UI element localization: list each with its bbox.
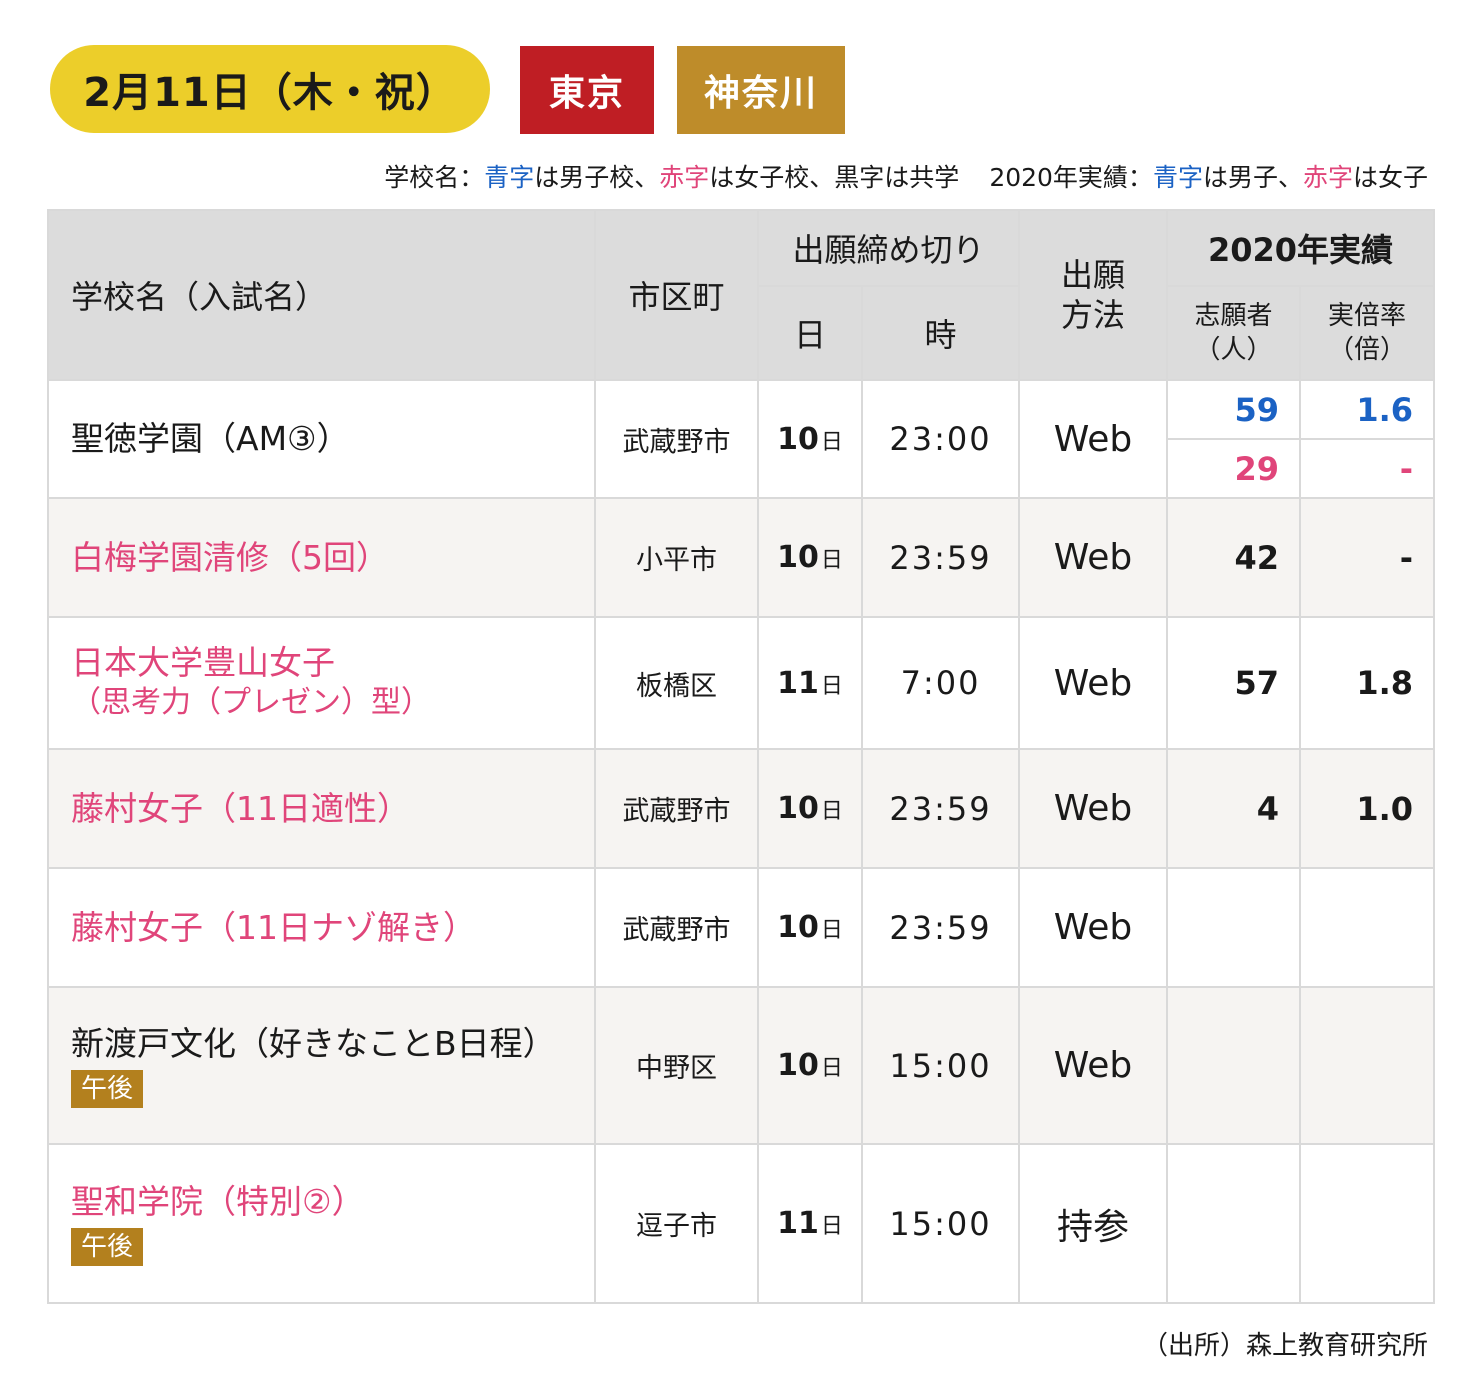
school-name: 聖徳学園（AM③）: [47, 379, 596, 499]
table-row: 藤村女子（11日ナゾ解き） 武蔵野市 10日 23:59 Web: [47, 867, 1436, 988]
header-results: 2020年実績: [1166, 209, 1436, 287]
legend-text: は女子校、黒字は共学: [709, 163, 960, 192]
school-name: 聖和学院（特別②） 午後: [47, 1143, 596, 1304]
applicants: [1166, 986, 1302, 1145]
header-method-line2: 方法: [1061, 296, 1126, 334]
ratio: [1299, 867, 1436, 988]
header-ratio-line2: （倍）: [1328, 335, 1407, 365]
header-ratio-line1: 実倍率: [1328, 301, 1407, 331]
legend-text: 学校名：: [384, 163, 485, 192]
city: 武蔵野市: [594, 379, 759, 499]
deadline-time: 23:59: [860, 867, 1021, 988]
header-city: 市区町: [594, 209, 759, 381]
legend-blue-label: 青字: [1152, 163, 1203, 192]
header-applicants-line2: （人）: [1194, 335, 1273, 365]
application-method: Web: [1018, 379, 1169, 499]
school-name: 藤村女子（11日ナゾ解き）: [47, 867, 596, 988]
ratio-female: -: [1299, 438, 1436, 499]
header-day: 日: [757, 285, 863, 381]
applicants: 42: [1166, 497, 1302, 618]
ratio: [1299, 986, 1436, 1145]
deadline-day: 11日: [757, 1143, 863, 1304]
deadline-day: 10日: [757, 379, 863, 499]
deadline-time: 7:00: [860, 616, 1021, 750]
header-time: 時: [860, 285, 1021, 381]
deadline-day: 10日: [757, 497, 863, 618]
deadline-time: 23:59: [860, 497, 1021, 618]
deadline-day: 10日: [757, 867, 863, 988]
school-name: 藤村女子（11日適性）: [47, 748, 596, 869]
deadline-time: 23:00: [860, 379, 1021, 499]
ratio-male: 1.6: [1299, 379, 1436, 440]
deadline-time: 15:00: [860, 1143, 1021, 1304]
prefecture-tag-tokyo: 東京: [520, 46, 654, 134]
header-deadline: 出願締め切り: [756, 209, 1021, 287]
applicants-male: 59: [1166, 379, 1302, 440]
city: 板橋区: [594, 616, 759, 750]
city: 武蔵野市: [594, 748, 759, 869]
school-name: 新渡戸文化（好きなことB日程） 午後: [47, 986, 596, 1145]
deadline-day: 10日: [757, 748, 863, 869]
deadline-day: 10日: [757, 986, 863, 1145]
exam-schedule-table: 学校名（入試名） 市区町 出願締め切り 出願 方法 2020年実績 日 時 志願者…: [47, 209, 1436, 1304]
legend-text: は男子、: [1202, 163, 1303, 192]
ratio: [1299, 1143, 1436, 1304]
legend-blue-label: 青字: [484, 163, 535, 192]
application-method: 持参: [1018, 1143, 1169, 1304]
application-method: Web: [1018, 616, 1169, 750]
afternoon-badge: 午後: [71, 1069, 144, 1108]
deadline-time: 23:59: [860, 748, 1021, 869]
application-method: Web: [1018, 748, 1169, 869]
date-pill: 2月11日（木・祝）: [50, 45, 490, 133]
table-row: 聖徳学園（AM③） 武蔵野市 10日 23:00 Web 59 1.6: [47, 379, 1436, 499]
source-note: （出所）森上教育研究所: [1141, 1331, 1428, 1361]
header-applicants-line1: 志願者: [1194, 301, 1273, 331]
legend-text: は男子校、: [534, 163, 660, 192]
legend-text: は女子: [1352, 163, 1428, 192]
table-row: 白梅学園清修（5回） 小平市 10日 23:59 Web 42 -: [47, 497, 1436, 618]
ratio: -: [1299, 497, 1436, 618]
legend-text: 2020年実績：: [989, 163, 1153, 192]
exam-name: （思考力（プレゼン）型）: [71, 685, 431, 720]
school-name: 日本大学豊山女子 （思考力（プレゼン）型）: [47, 616, 596, 750]
table-row: 聖和学院（特別②） 午後 逗子市 11日 15:00 持参: [47, 1143, 1436, 1304]
school-name: 白梅学園清修（5回）: [47, 497, 596, 618]
city: 中野区: [594, 986, 759, 1145]
application-method: Web: [1018, 986, 1169, 1145]
deadline-time: 15:00: [860, 986, 1021, 1145]
applicants: [1166, 867, 1302, 988]
legend-red-label: 赤字: [1302, 163, 1353, 192]
applicants: 4: [1166, 748, 1302, 869]
table-row: 新渡戸文化（好きなことB日程） 午後 中野区 10日 15:00 Web: [47, 986, 1436, 1145]
application-method: Web: [1018, 497, 1169, 618]
legend-red-label: 赤字: [659, 163, 710, 192]
deadline-day: 11日: [757, 616, 863, 750]
city: 武蔵野市: [594, 867, 759, 988]
ratio: 1.8: [1299, 616, 1436, 750]
header-ratio: 実倍率 （倍）: [1299, 285, 1436, 381]
applicants: [1166, 1143, 1302, 1304]
ratio: 1.0: [1299, 748, 1436, 869]
application-method: Web: [1018, 867, 1169, 988]
prefecture-tag-kanagawa: 神奈川: [677, 46, 845, 134]
header-school: 学校名（入試名）: [47, 209, 596, 381]
header-method: 出願 方法: [1018, 209, 1169, 381]
applicants-female: 29: [1166, 438, 1302, 499]
city: 小平市: [594, 497, 759, 618]
table-row: 藤村女子（11日適性） 武蔵野市 10日 23:59 Web 4 1.0: [47, 748, 1436, 869]
city: 逗子市: [594, 1143, 759, 1304]
applicants: 57: [1166, 616, 1302, 750]
color-legend: 学校名： 青字 は男子校、 赤字 は女子校、黒字は共学 2020年実績： 青字 は男子、 赤字は…: [384, 158, 1428, 194]
header-applicants: 志願者 （人）: [1166, 285, 1302, 381]
afternoon-badge: 午後: [71, 1227, 144, 1266]
header-bar: 2月11日（木・祝） 東京 神奈川: [50, 45, 850, 135]
table-row: 日本大学豊山女子 （思考力（プレゼン）型） 板橋区 11日 7:00 Web 57…: [47, 616, 1436, 750]
header-method-line1: 出願: [1061, 256, 1126, 294]
